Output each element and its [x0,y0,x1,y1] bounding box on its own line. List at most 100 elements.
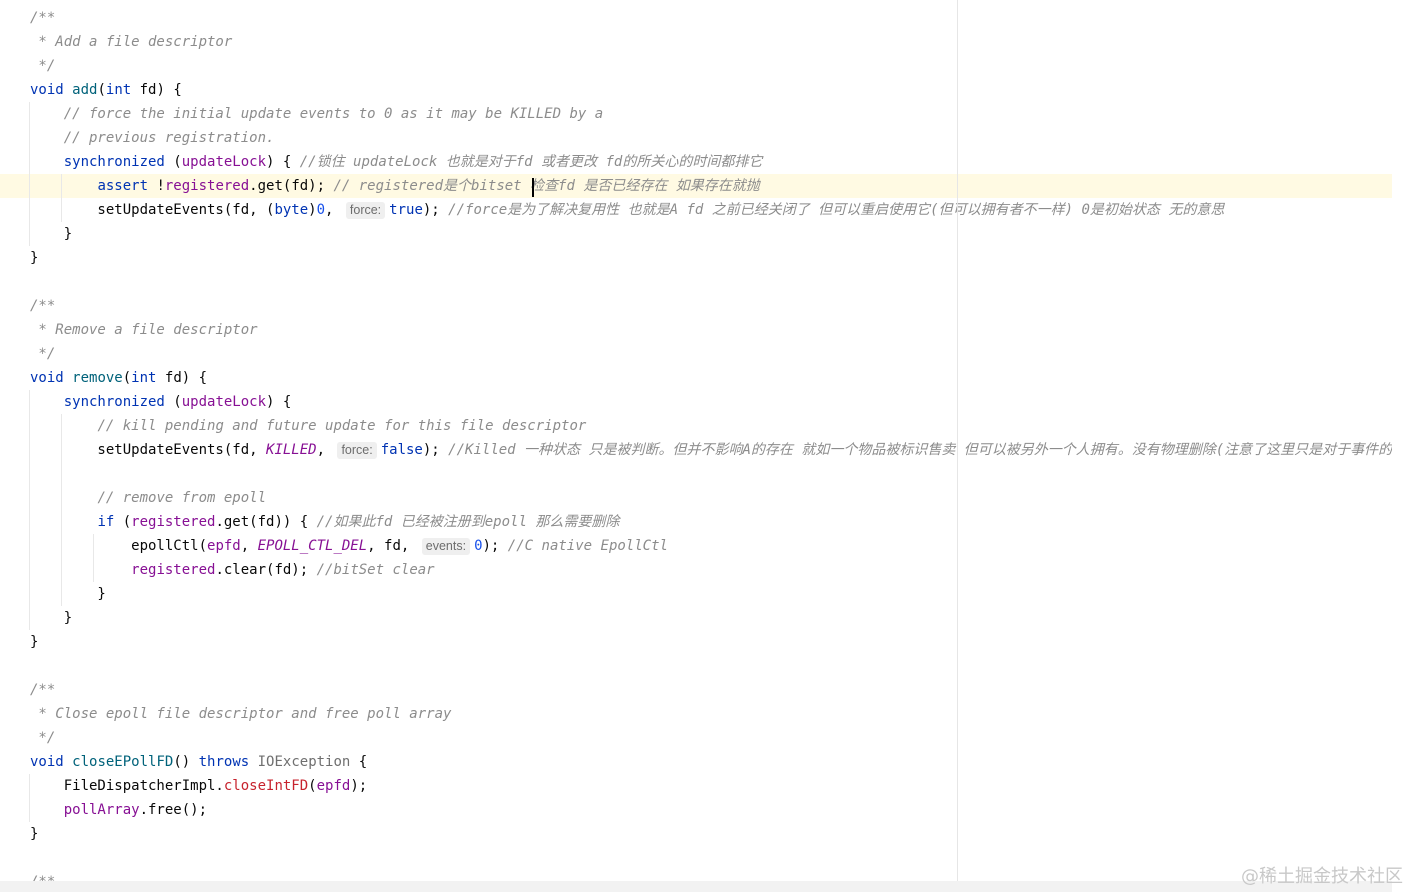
code-line[interactable]: // previous registration. [0,126,1392,150]
code-line[interactable]: * Remove a file descriptor [0,318,1392,342]
code-line[interactable]: epollCtl(epfd, EPOLL_CTL_DEL, fd, events… [0,534,1392,558]
code-line[interactable] [0,462,1392,486]
keyword: if [97,514,115,530]
method-name: closeEPollFD [72,754,174,770]
code-line[interactable]: } [0,222,1392,246]
code-line-content: } [30,826,38,842]
error-stripe[interactable] [1392,0,1409,892]
code-token: fd) { [131,82,182,98]
code-line[interactable]: * Close epoll file descriptor and free p… [0,702,1392,726]
line-comment: // previous registration. [63,130,275,146]
code-line-content: // remove from epoll [30,490,266,506]
code-line-content: synchronized (updateLock) { //锁住 updateL… [30,154,763,170]
code-token: { [350,754,368,770]
keyword: throws [198,754,250,770]
doc-comment: * Add a file descriptor [30,34,233,50]
horizontal-scrollbar[interactable] [0,881,1392,892]
code-line[interactable]: registered.clear(fd); //bitSet clear [0,558,1392,582]
code-line[interactable]: } [0,582,1392,606]
parameter-hint: force: [345,202,386,219]
code-editor[interactable]: /** * Add a file descriptor */ void add(i… [0,0,1409,892]
code-line[interactable]: // kill pending and future update for th… [0,414,1392,438]
code-line[interactable]: setUpdateEvents(fd, (byte)0, force: true)… [0,198,1392,222]
code-line[interactable] [0,846,1392,870]
code-line-content: } [30,610,72,626]
code-line[interactable]: } [0,630,1392,654]
code-line-content: FileDispatcherImpl.closeIntFD(epfd); [30,778,367,794]
code-line[interactable]: void remove(int fd) { [0,366,1392,390]
code-line[interactable]: // force the initial update events to 0 … [0,102,1392,126]
line-comment: //force是为了解决复用性 也就是A fd 之前已经关闭了 但可以重启使用它… [448,202,1225,218]
code-line-content: registered.clear(fd); //bitSet clear [30,562,434,578]
code-token: setUpdateEvents(fd, ( [30,202,275,218]
code-token: } [30,610,73,626]
code-line[interactable]: /** [0,6,1392,30]
line-comment: //如果此fd 已经被注册到epoll 那么需要删除 [316,514,620,530]
field-ref: updateLock [181,154,267,170]
field-ref: epfd [316,778,351,794]
line-comment: //C native EpollCtl [507,538,668,554]
code-token: ( [114,514,132,530]
type-name: IOException [257,754,351,770]
code-token: .clear(fd); [215,562,317,578]
code-token: ( [97,82,106,98]
code-token: epollCtl( [30,538,208,554]
code-line-content: void remove(int fd) { [30,370,207,386]
field-ref: registered [164,178,250,194]
line-comment: // kill pending and future update for th… [97,418,587,434]
line-comment: // force the initial update events to 0 … [63,106,604,122]
code-token: () [173,754,199,770]
code-line-current[interactable]: assert !registered.get(fd); // registere… [0,174,1392,198]
code-line[interactable]: } [0,822,1392,846]
code-line[interactable]: */ [0,726,1392,750]
code-line[interactable]: * Add a file descriptor [0,30,1392,54]
code-line[interactable]: */ [0,342,1392,366]
code-line-content: synchronized (updateLock) { [30,394,292,410]
code-line-content: } [30,586,105,602]
code-line-content: */ [30,346,55,362]
code-line[interactable]: synchronized (updateLock) { [0,390,1392,414]
code-line[interactable]: void closeEPollFD() throws IOException { [0,750,1392,774]
code-line-content: * Close epoll file descriptor and free p… [30,706,451,722]
code-line[interactable]: */ [0,54,1392,78]
code-token: .get(fd)) { [215,514,317,530]
code-line[interactable]: if (registered.get(fd)) { //如果此fd 已经被注册到… [0,510,1392,534]
code-line[interactable]: // remove from epoll [0,486,1392,510]
code-line[interactable]: /** [0,678,1392,702]
code-line-content: /** [30,298,55,314]
code-token: fd) { [156,370,208,386]
code-line[interactable]: setUpdateEvents(fd, KILLED, force: false)… [0,438,1409,462]
keyword: byte [274,202,309,218]
code-token: .get(fd); [249,178,334,194]
code-token: ); [422,442,449,458]
code-token: ( [164,154,182,170]
code-line[interactable]: pollArray.free(); [0,798,1392,822]
code-line[interactable]: synchronized (updateLock) { //锁住 updateL… [0,150,1392,174]
code-line[interactable]: FileDispatcherImpl.closeIntFD(epfd); [0,774,1392,798]
code-line-content: * Remove a file descriptor [30,322,258,338]
line-comment: //锁住 updateLock 也就是对于fd 或者更改 fd的所关心的时间都排… [299,154,763,170]
doc-comment: */ [30,58,56,74]
code-token: ( [122,370,132,386]
code-line[interactable]: /** [0,294,1392,318]
keyword: synchronized [63,394,165,410]
code-line[interactable]: void add(int fd) { [0,78,1392,102]
doc-comment: * Remove a file descriptor [30,322,258,338]
code-line[interactable] [0,270,1392,294]
code-line-content: if (registered.get(fd)) { //如果此fd 已经被注册到… [30,514,619,530]
code-token: , [240,538,258,554]
code-line-content: // previous registration. [30,130,275,146]
code-token: .free(); [139,802,208,818]
code-line[interactable]: } [0,246,1392,270]
keyword: int [105,82,132,98]
code-line-content: } [30,250,38,266]
doc-comment: /** [30,298,56,314]
line-comment: //Killed 一种状态 只是被判断。但并不影响A的存在 就如一个物品被标识售… [448,442,1409,458]
code-line[interactable] [0,654,1392,678]
code-line[interactable]: } [0,606,1392,630]
code-line-content: void closeEPollFD() throws IOException { [30,754,367,770]
